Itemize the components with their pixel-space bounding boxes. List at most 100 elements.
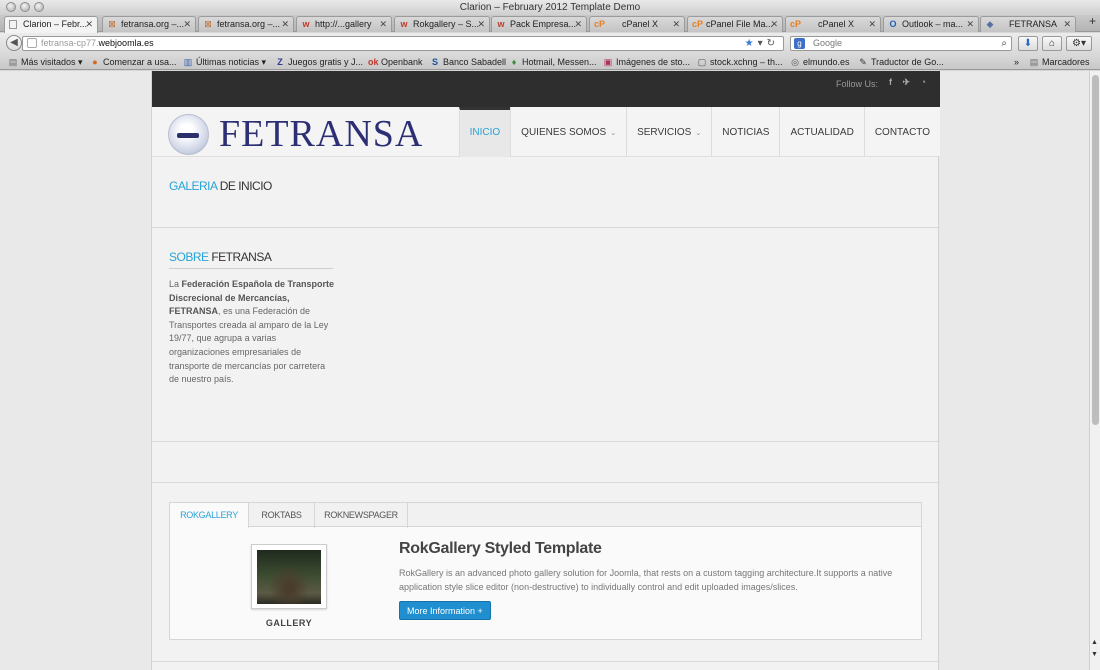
tab-pack-empresa[interactable]: w Pack Empresa... ✕ (491, 16, 587, 32)
bookmark-label: Últimas noticias ▾ (196, 57, 267, 67)
cpanel-icon: cP (692, 19, 704, 29)
more-information-button[interactable]: More Information + (399, 601, 491, 620)
vertical-scrollbar[interactable]: ▲ ▼ (1089, 71, 1100, 670)
menu-quienes-somos[interactable]: QUIENES SOMOS ⌄ (510, 107, 626, 157)
search-icon[interactable]: ⌕ (1001, 37, 1007, 50)
menu-contacto[interactable]: CONTACTO (863, 107, 940, 157)
twitter-icon[interactable]: ✈ (902, 77, 910, 88)
tab-clarion[interactable]: Clarion – Febr... ✕ (4, 16, 98, 33)
bookmark-hotmail[interactable]: ♦ Hotmail, Messen... (509, 56, 597, 68)
close-tab-icon[interactable]: ✕ (672, 17, 680, 31)
bookmark-imagenes[interactable]: ▣ Imágenes de sto... (603, 56, 690, 68)
minimize-window-icon[interactable] (20, 2, 30, 12)
main-menu: INICIO QUIENES SOMOS ⌄ SERVICIOS ⌄ NOTICIA… (458, 107, 940, 157)
bookmark-label: Banco Sabadell (443, 57, 507, 67)
bookmark-mas-visitados[interactable]: ▤ Más visitados ▾ (8, 56, 83, 68)
bookmark-comenzar[interactable]: ● Comenzar a usa... (90, 56, 177, 68)
close-tab-icon[interactable]: ✕ (477, 17, 485, 31)
tab-outlook[interactable]: O Outlook – ma... ✕ (883, 16, 979, 32)
url-prefix: fetransa-cp77. (41, 38, 99, 48)
menu-label: SERVICIOS (637, 127, 692, 138)
back-button[interactable]: ◀ (6, 35, 22, 51)
tab-rokgallery-module[interactable]: ROKGALLERY (170, 503, 249, 528)
window-titlebar: Clarion – February 2012 Template Demo (0, 0, 1100, 15)
tab-label: ROKGALLERY (180, 510, 238, 520)
close-tab-icon[interactable]: ✕ (85, 17, 93, 31)
tab-label: ROKTABS (261, 510, 302, 520)
firefox-icon: ● (92, 57, 98, 67)
close-tab-icon[interactable]: ✕ (574, 17, 582, 31)
section-divider (152, 441, 940, 442)
joomla-icon: ◆ (986, 19, 994, 29)
heading-accent: SOBRE (169, 250, 209, 264)
close-window-icon[interactable] (6, 2, 16, 12)
bookmark-star-icon[interactable]: ★ (745, 38, 758, 49)
bookmark-label: Comenzar a usa... (103, 57, 177, 67)
tab-rokgallery[interactable]: w Rokgallery – S... ✕ (394, 16, 490, 32)
menu-label: CONTACTO (874, 127, 930, 138)
scroll-down-arrow-icon[interactable]: ▼ (1091, 651, 1098, 658)
search-input[interactable]: g Google ⌕ (790, 36, 1012, 51)
tab-cpanel-2[interactable]: cP cPanel X ✕ (785, 16, 881, 32)
tab-fetransa-site[interactable]: ◆ FETRANSA ✕ (980, 16, 1076, 32)
bookmark-ultimas-noticias[interactable]: ▥ Últimas noticias ▾ (183, 56, 266, 68)
reload-icon[interactable]: ↻ (767, 38, 779, 49)
bookmark-elmundo[interactable]: ◎ elmundo.es (790, 56, 849, 68)
url-host: webjoomla.es (98, 38, 154, 48)
close-tab-icon[interactable]: ✕ (1063, 17, 1071, 31)
close-tab-icon[interactable]: ✕ (281, 17, 289, 31)
bookmark-stock-xchng[interactable]: ▢ stock.xchng – th... (697, 56, 783, 68)
tab-cpanel-1[interactable]: cP cPanel X ✕ (589, 16, 685, 32)
tools-menu-button[interactable]: ⚙▾ (1066, 36, 1092, 51)
zoom-window-icon[interactable] (34, 2, 44, 12)
address-bar[interactable]: fetransa-cp77.webjoomla.es ★▾↻ (22, 36, 784, 51)
download-arrow-icon: ⬇ (1023, 38, 1033, 49)
history-dropdown-icon[interactable]: ▾ (758, 38, 767, 49)
fetransa-icon: ⊠ (204, 19, 212, 29)
tab-fetransa-1[interactable]: ⊠ fetransa.org –... ✕ (102, 16, 196, 32)
scrollbar-thumb[interactable] (1092, 75, 1099, 425)
bookmarks-folder-icon: ▤ (1029, 57, 1039, 67)
bookmarks-menu-label: Marcadores (1042, 57, 1090, 67)
tab-fetransa-2[interactable]: ⊠ fetransa.org –... ✕ (198, 16, 294, 32)
gallery-thumbnail[interactable] (251, 544, 327, 609)
close-tab-icon[interactable]: ✕ (183, 17, 191, 31)
bookmarks-menu-button[interactable]: ▤ Marcadores (1029, 56, 1090, 68)
tab-label: fetransa.org –... (217, 19, 281, 29)
menu-servicios[interactable]: SERVICIOS ⌄ (626, 107, 711, 157)
rss-feed-icon[interactable]: ◔ (921, 77, 926, 87)
fetransa-icon: ⊠ (108, 19, 116, 29)
bookmark-traductor[interactable]: ✎ Traductor de Go... (858, 56, 944, 68)
close-tab-icon[interactable]: ✕ (379, 17, 387, 31)
home-button[interactable]: ⌂ (1042, 36, 1062, 51)
tab-roktabs-module[interactable]: ROKTABS (249, 503, 315, 528)
openbank-icon: ok (368, 57, 379, 67)
tools-icon: ⚙▾ (1072, 38, 1086, 49)
logo-globe-icon[interactable] (168, 114, 209, 155)
close-tab-icon[interactable]: ✕ (770, 17, 778, 31)
bookmark-label: Traductor de Go... (871, 57, 944, 67)
bookmark-sabadell[interactable]: S Banco Sabadell (430, 56, 506, 68)
menu-noticias[interactable]: NOTICIAS (711, 107, 779, 157)
scroll-up-arrow-icon[interactable]: ▲ (1091, 639, 1098, 646)
search-placeholder: Google (813, 38, 843, 48)
back-arrow-icon: ◀ (10, 37, 18, 48)
truck-icon (177, 133, 199, 138)
close-tab-icon[interactable]: ✕ (868, 17, 876, 31)
gallery-caption[interactable]: GALLERY (251, 618, 327, 628)
heading-accent: GALERIA (169, 179, 217, 193)
bookmark-openbank[interactable]: ok Openbank (368, 56, 423, 68)
tab-roknewspager-module[interactable]: ROKNEWSPAGER (315, 503, 408, 528)
tab-gallery[interactable]: w http://...gallery ✕ (296, 16, 392, 32)
google-engine-icon[interactable]: g (794, 38, 805, 49)
new-tab-icon[interactable]: + (1089, 14, 1096, 28)
tab-cpanel-file-manager[interactable]: cP cPanel File Ma... ✕ (687, 16, 783, 32)
downloads-button[interactable]: ⬇ (1018, 36, 1038, 51)
close-tab-icon[interactable]: ✕ (966, 17, 974, 31)
site-logo-text[interactable]: FETRANSA (219, 112, 423, 156)
bookmark-juegos[interactable]: Z Juegos gratis y J... (275, 56, 363, 68)
more-bookmarks-chevron-icon[interactable]: » (1014, 56, 1019, 68)
facebook-icon[interactable]: f (889, 77, 892, 87)
menu-inicio[interactable]: INICIO (458, 107, 511, 157)
menu-actualidad[interactable]: ACTUALIDAD (779, 107, 863, 157)
